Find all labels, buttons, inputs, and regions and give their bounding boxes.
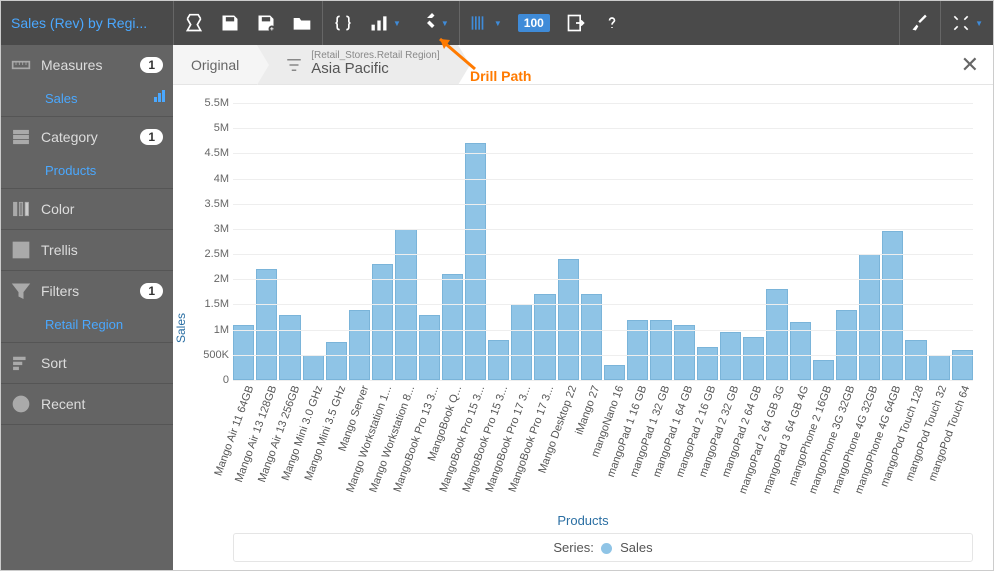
help-icon[interactable] — [602, 13, 622, 33]
filters-item-region[interactable]: Retail Region — [1, 311, 173, 342]
color-label: Color — [41, 201, 163, 217]
measures-item-sales[interactable]: Sales — [1, 85, 173, 116]
y-tick: 2.5M — [193, 248, 229, 260]
bar[interactable] — [766, 289, 787, 380]
bar[interactable] — [859, 254, 880, 380]
bar[interactable] — [488, 340, 509, 380]
sampling-value[interactable]: 100 — [518, 14, 550, 32]
recycle-icon[interactable] — [184, 13, 204, 33]
bar[interactable] — [813, 360, 834, 380]
color-bars-icon — [11, 199, 31, 219]
filters-count-badge: 1 — [140, 283, 163, 299]
brush-icon[interactable] — [910, 13, 930, 33]
sort-icon — [11, 353, 31, 373]
color-panel-header[interactable]: Color — [1, 189, 173, 229]
y-tick: 2M — [193, 273, 229, 285]
category-count-badge: 1 — [140, 129, 163, 145]
bar[interactable] — [674, 325, 695, 380]
bar[interactable] — [743, 337, 764, 380]
breadcrumb-drill-value: Asia Pacific — [311, 61, 439, 78]
breadcrumb: Original [Retail_Stores.Retail Region] A… — [173, 45, 993, 85]
bar[interactable] — [720, 332, 741, 380]
open-folder-icon[interactable] — [292, 13, 312, 33]
bar[interactable] — [534, 294, 555, 380]
filters-panel-header[interactable]: Filters 1 — [1, 271, 173, 311]
magic-collapse-icon[interactable]: ▼ — [951, 13, 983, 33]
breadcrumb-original[interactable]: Original — [173, 45, 257, 84]
measures-label: Measures — [41, 57, 140, 73]
bar[interactable] — [558, 259, 579, 380]
y-tick: 3M — [193, 223, 229, 235]
braces-icon[interactable] — [333, 13, 353, 33]
mini-bar-icon — [153, 89, 167, 103]
x-axis-title: Products — [557, 513, 608, 528]
y-tick: 5.5M — [193, 97, 229, 109]
x-axis-labels: Mango Air 11 64GBMango Air 13 128GBMango… — [233, 380, 973, 500]
export-icon[interactable] — [566, 13, 586, 33]
filters-label: Filters — [41, 283, 140, 299]
measures-panel-header[interactable]: Measures 1 — [1, 45, 173, 85]
bar[interactable] — [905, 340, 926, 380]
y-tick: 0 — [193, 374, 229, 386]
legend-swatch — [601, 543, 612, 554]
y-tick: 1M — [193, 324, 229, 336]
bar[interactable] — [836, 310, 857, 381]
bar[interactable] — [604, 365, 625, 380]
funnel-icon — [11, 281, 31, 301]
sampling-icon[interactable]: ▼ — [470, 13, 502, 33]
breadcrumb-drill[interactable]: [Retail_Stores.Retail Region] Asia Pacif… — [257, 45, 457, 84]
plot-area: 0500K1M1.5M2M2.5M3M3.5M4M4.5M5M5.5M — [233, 103, 973, 380]
category-panel-header[interactable]: Category 1 — [1, 117, 173, 157]
bar[interactable] — [326, 342, 347, 380]
top-toolbar: Sales (Rev) by Regi... ▼ ▼ ▼ 100 ▼ — [1, 1, 993, 45]
bar[interactable] — [581, 294, 602, 380]
recent-panel-header[interactable]: Recent — [1, 384, 173, 424]
save-icon[interactable] — [220, 13, 240, 33]
bar[interactable] — [349, 310, 370, 381]
trellis-label: Trellis — [41, 242, 163, 258]
bar[interactable] — [442, 274, 463, 380]
chart: Sales 0500K1M1.5M2M2.5M3M3.5M4M4.5M5M5.5… — [173, 85, 993, 570]
trellis-panel-header[interactable]: Trellis — [1, 230, 173, 270]
ruler-icon — [11, 55, 31, 75]
recent-label: Recent — [41, 396, 163, 412]
sidebar: Measures 1 Sales Category 1 Products Col… — [1, 45, 173, 570]
bar[interactable] — [419, 315, 440, 380]
trellis-icon — [11, 240, 31, 260]
stack-icon — [11, 127, 31, 147]
bar[interactable] — [372, 264, 393, 380]
chart-type-icon[interactable]: ▼ — [369, 13, 401, 33]
y-tick: 4.5M — [193, 147, 229, 159]
y-tick: 1.5M — [193, 298, 229, 310]
bar[interactable] — [790, 322, 811, 380]
bar[interactable] — [929, 355, 950, 380]
content-area: Original [Retail_Stores.Retail Region] A… — [173, 45, 993, 570]
y-axis-title: Sales — [174, 312, 188, 342]
app-title: Sales (Rev) by Regi... — [1, 15, 173, 31]
category-label: Category — [41, 129, 140, 145]
y-tick: 3.5M — [193, 198, 229, 210]
y-tick: 500K — [193, 349, 229, 361]
legend: Series: Sales — [233, 533, 973, 562]
tools-icon[interactable]: ▼ — [417, 13, 449, 33]
measures-count-badge: 1 — [140, 57, 163, 73]
y-tick: 5M — [193, 122, 229, 134]
sort-label: Sort — [41, 355, 163, 371]
save-as-icon[interactable] — [256, 13, 276, 33]
bar[interactable] — [303, 355, 324, 380]
bar[interactable] — [233, 325, 254, 380]
category-item-products[interactable]: Products — [1, 157, 173, 188]
bar[interactable] — [256, 269, 277, 380]
filter-chip-icon — [285, 56, 303, 74]
clock-icon — [11, 394, 31, 414]
sort-panel-header[interactable]: Sort — [1, 343, 173, 383]
bar[interactable] — [697, 347, 718, 380]
y-tick: 4M — [193, 173, 229, 185]
close-icon[interactable]: ✕ — [961, 52, 979, 78]
bar[interactable] — [279, 315, 300, 380]
bar[interactable] — [511, 304, 532, 380]
